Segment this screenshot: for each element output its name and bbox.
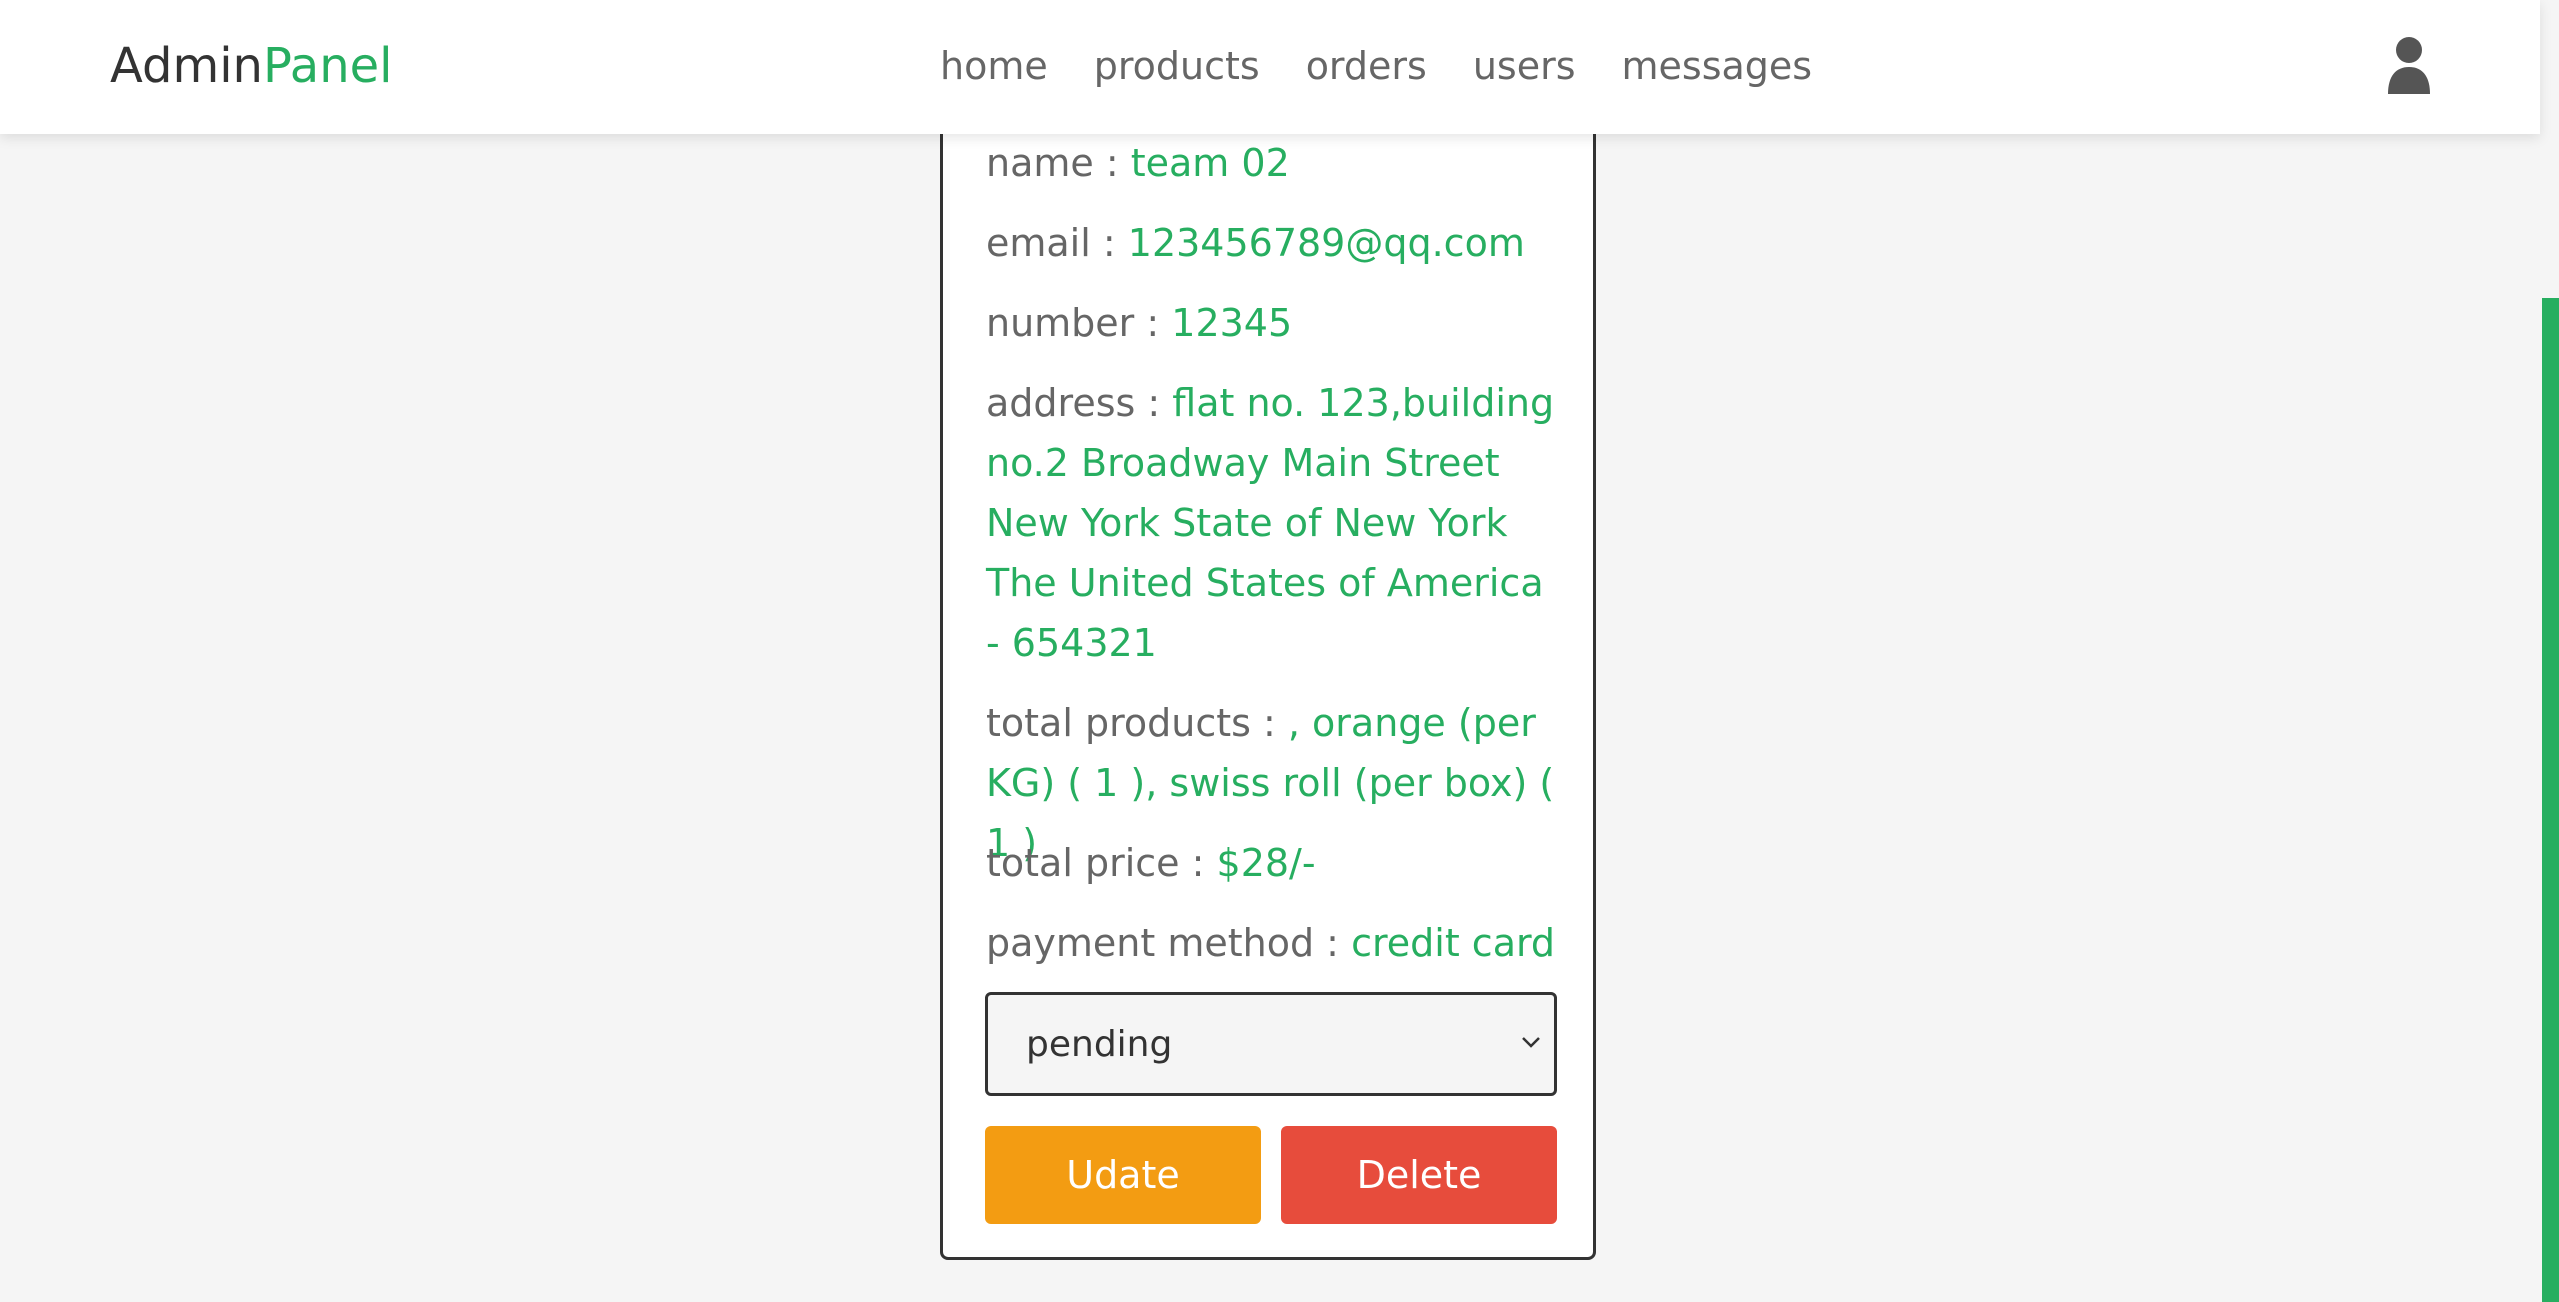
email-value: 123456789@qq.com (1127, 221, 1525, 265)
nav-orders[interactable]: orders (1306, 38, 1427, 94)
order-number-row: number : 12345 (986, 293, 1566, 353)
total-price-label: total price : (986, 841, 1217, 885)
logo-main-text: Admin (110, 38, 263, 94)
name-value: team 02 (1130, 141, 1290, 185)
status-selected-value: pending (1026, 1024, 1173, 1065)
admin-panel-logo[interactable]: AdminPanel (110, 34, 392, 98)
scrollbar-thumb[interactable] (2542, 298, 2559, 1302)
nav-messages[interactable]: messages (1622, 38, 1813, 94)
nav-products[interactable]: products (1094, 38, 1260, 94)
nav-home[interactable]: home (940, 38, 1048, 94)
total-products-label: total products : (986, 701, 1288, 745)
address-label: address : (986, 381, 1173, 425)
nav-users[interactable]: users (1473, 38, 1576, 94)
payment-method-label: payment method : (986, 921, 1352, 965)
order-name-row: name : team 02 (986, 133, 1566, 193)
order-total-price-row: total price : $28/- (986, 833, 1566, 893)
email-label: email : (986, 221, 1128, 265)
name-label: name : (986, 141, 1131, 185)
payment-method-value: credit card (1351, 921, 1556, 965)
main-nav: home products orders users messages (940, 38, 1858, 94)
order-status-select[interactable]: pending (985, 992, 1557, 1096)
chevron-down-icon (1522, 1037, 1540, 1048)
order-payment-row: payment method : credit card (986, 913, 1566, 973)
order-email-row: email : 123456789@qq.com (986, 213, 1566, 273)
delete-button[interactable]: Delete (1281, 1126, 1557, 1224)
update-button[interactable]: Udate (985, 1126, 1261, 1224)
total-price-value: $28/- (1216, 841, 1316, 885)
logo-accent-text: Panel (262, 38, 393, 94)
order-address-row: address : flat no. 123,building no.2 Bro… (986, 373, 1566, 673)
order-card: name : team 02 email : 123456789@qq.com … (940, 80, 1596, 1260)
header: AdminPanel home products orders users me… (0, 0, 2540, 134)
number-value: 12345 (1171, 301, 1293, 345)
user-icon[interactable] (2386, 36, 2432, 94)
number-label: number : (986, 301, 1172, 345)
